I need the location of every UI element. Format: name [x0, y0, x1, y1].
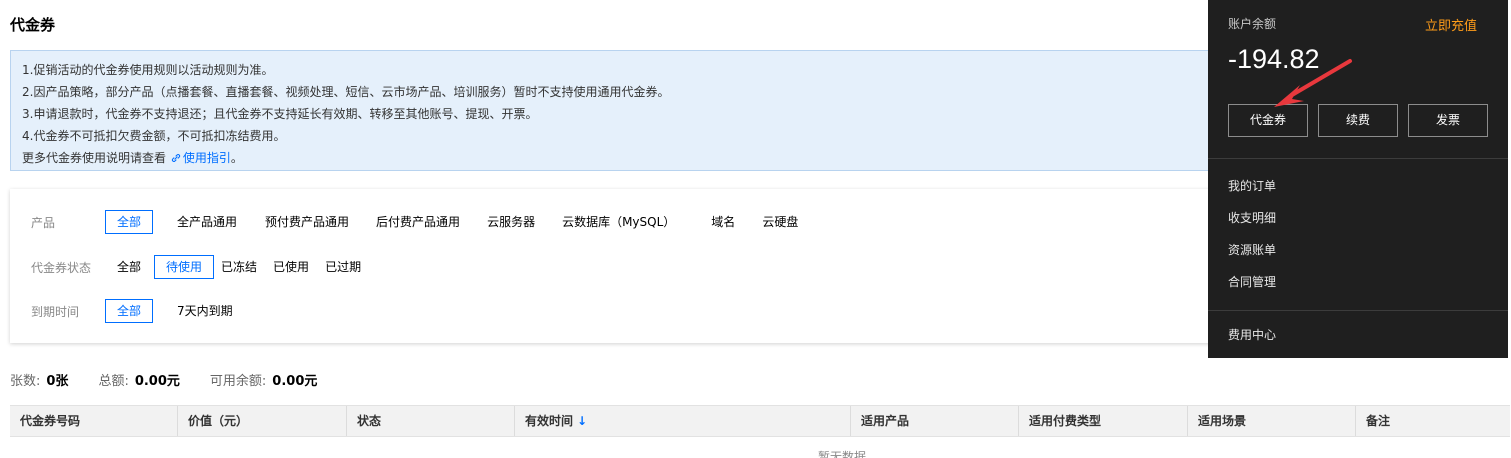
notice-box: 1.促销活动的代金券使用规则以活动规则为准。 2.因产品策略，部分产品（点播套餐… — [10, 50, 1215, 171]
product-option-cvm[interactable]: 云服务器 — [475, 210, 547, 234]
column-header-value: 价值（元） — [178, 406, 347, 436]
summary-stats: 张数: 0张 总额: 0.00元 可用余额: 0.00元 — [10, 370, 347, 389]
notice-line: 4.代金券不可抵扣欠费金额，不可抵扣冻结费用。 — [22, 129, 286, 143]
column-header-code: 代金券号码 — [10, 406, 178, 436]
sort-down-icon[interactable]: ↓ — [577, 414, 587, 428]
menu-item-transactions[interactable]: 收支明细 — [1228, 209, 1276, 226]
voucher-table-header: 代金券号码 价值（元） 状态 有效时间 ↓ 适用产品 适用付费类型 适用场景 备注 — [10, 405, 1510, 437]
column-header-pay-type: 适用付费类型 — [1019, 406, 1188, 436]
product-option-cbs[interactable]: 云硬盘 — [750, 210, 810, 234]
invoice-button[interactable]: 发票 — [1408, 104, 1488, 137]
filter-row-product: 产品 全部 全产品通用 预付费产品通用 后付费产品通用 云服务器 云数据库（My… — [10, 209, 813, 235]
dropdown-divider — [1208, 310, 1508, 311]
notice-more-text: 更多代金券使用说明请查看 — [22, 151, 167, 165]
filter-row-status: 代金券状态 全部 待使用 已冻结 已使用 已过期 — [10, 254, 372, 280]
account-dropdown: 账户余额 立即充值 -194.82 代金券 续费 发票 我的订单 收支明细 资源… — [1208, 0, 1508, 358]
usage-guide-label: 使用指引 — [182, 151, 231, 165]
recharge-link[interactable]: 立即充值 — [1425, 15, 1477, 34]
balance-label: 账户余额 — [1228, 17, 1277, 31]
column-header-scene: 适用场景 — [1188, 406, 1356, 436]
status-option-expired[interactable]: 已过期 — [320, 255, 369, 279]
notice-line: 2.因产品策略，部分产品（点播套餐、直播套餐、视频处理、短信、云市场产品、培训服… — [22, 85, 670, 99]
notice-line: 1.促销活动的代金券使用规则以活动规则为准。 — [22, 63, 274, 77]
column-header-status: 状态 — [347, 406, 515, 436]
status-option-frozen[interactable]: 已冻结 — [216, 255, 265, 279]
menu-item-contracts[interactable]: 合同管理 — [1228, 273, 1276, 290]
column-header-validity-label: 有效时间 — [525, 414, 574, 428]
filter-label-status: 代金券状态 — [31, 260, 92, 275]
filter-row-expiry: 到期时间 全部 7天内到期 — [10, 298, 248, 324]
dropdown-divider — [1208, 158, 1508, 159]
product-option-postpaid[interactable]: 后付费产品通用 — [364, 210, 472, 234]
status-option-used[interactable]: 已使用 — [268, 255, 317, 279]
filter-label-expiry: 到期时间 — [31, 304, 80, 319]
product-option-domain[interactable]: 域名 — [699, 210, 747, 234]
usage-guide-link[interactable]: 使用指引 — [170, 151, 231, 165]
table-empty-text: 暂无数据 — [818, 450, 867, 458]
menu-item-billing-center[interactable]: 费用中心 — [1228, 326, 1276, 343]
product-option-all[interactable]: 全部 — [105, 210, 154, 234]
filter-panel: 产品 全部 全产品通用 预付费产品通用 后付费产品通用 云服务器 云数据库（My… — [10, 189, 1215, 343]
stat-count: 张数: 0张 — [10, 374, 69, 389]
balance-value: -194.82 — [1228, 44, 1320, 74]
status-option-pending[interactable]: 待使用 — [154, 255, 215, 279]
menu-item-orders[interactable]: 我的订单 — [1228, 177, 1276, 194]
product-option-universal[interactable]: 全产品通用 — [165, 210, 249, 234]
renew-button[interactable]: 续费 — [1318, 104, 1398, 137]
menu-item-resource-bills[interactable]: 资源账单 — [1228, 241, 1276, 258]
status-option-all[interactable]: 全部 — [105, 255, 153, 279]
notice-more: 更多代金券使用说明请查看 使用指引。 — [22, 147, 1203, 169]
link-icon — [171, 154, 180, 162]
product-option-prepaid[interactable]: 预付费产品通用 — [253, 210, 361, 234]
filter-label-product: 产品 — [31, 215, 56, 230]
expiry-option-all[interactable]: 全部 — [105, 299, 154, 323]
column-header-remark: 备注 — [1366, 414, 1391, 428]
stat-available: 可用余额: 0.00元 — [209, 374, 318, 389]
stat-total: 总额: 0.00元 — [98, 374, 180, 389]
notice-line: 3.申请退款时，代金券不支持退还；且代金券不支持延长有效期、转移至其他账号、提现… — [22, 107, 538, 121]
notice-more-suffix: 。 — [230, 151, 243, 165]
voucher-button[interactable]: 代金券 — [1228, 104, 1308, 137]
page-title: 代金券 — [10, 16, 56, 34]
column-header-product: 适用产品 — [851, 406, 1019, 436]
expiry-option-7days[interactable]: 7天内到期 — [165, 299, 245, 323]
column-header-validity[interactable]: 有效时间 ↓ — [515, 406, 851, 436]
product-option-mysql[interactable]: 云数据库（MySQL） — [550, 210, 687, 234]
